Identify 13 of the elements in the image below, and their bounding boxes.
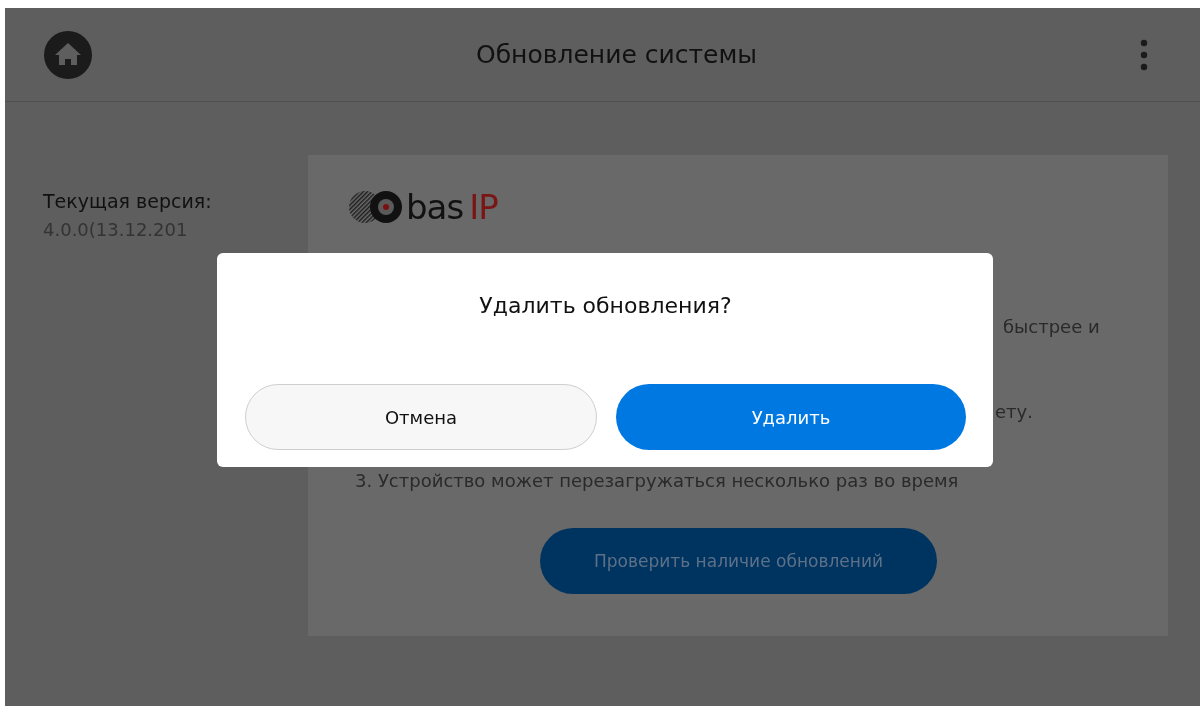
delete-button[interactable]: Удалить: [616, 384, 966, 450]
screen-title: Обновление системы: [475, 40, 758, 69]
cancel-button[interactable]: Отмена: [245, 384, 597, 450]
body-text: 3. Устройство может перезагружаться несколько раз во время: [355, 470, 959, 492]
body-text-fragment: ету.: [995, 401, 1033, 423]
logo-icon: [348, 189, 404, 225]
more-menu-icon[interactable]: [1140, 38, 1148, 71]
check-updates-button[interactable]: Проверить наличие обновлений: [540, 528, 937, 594]
version-label: Текущая версия:: [43, 189, 213, 214]
home-icon[interactable]: [43, 29, 93, 80]
dialog-title: Удалить обновления?: [479, 292, 732, 320]
body-text-fragment: быстрее и: [1003, 316, 1100, 338]
logo-text: bas IP: [406, 189, 498, 225]
